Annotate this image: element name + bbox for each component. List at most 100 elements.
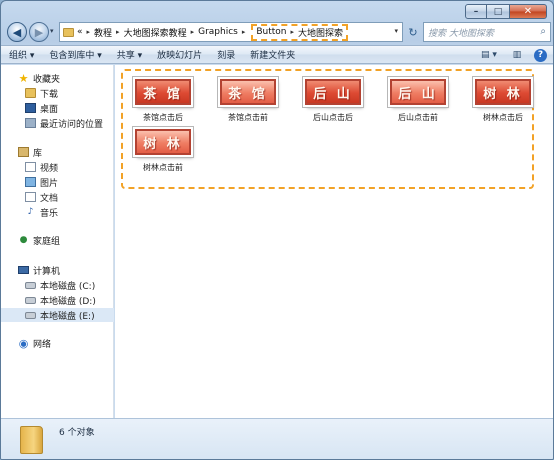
sidebar-item-music[interactable]: ♪ 音乐 xyxy=(1,205,114,219)
button-thumbnail: 树 林 xyxy=(475,79,531,105)
sidebar-item-drive-c[interactable]: 本地磁盘 (C:) xyxy=(1,278,114,292)
drive-icon xyxy=(25,281,36,289)
file-list-area[interactable]: 茶 馆 茶馆点击后 茶 馆 茶馆点击前 后 山 后山点击后 后 山 后山点击前 … xyxy=(115,65,553,418)
file-name: 茶馆点击后 xyxy=(143,113,183,122)
sidebar-item-label: 视频 xyxy=(40,163,59,174)
address-dropdown[interactable]: ▾ xyxy=(394,27,398,35)
file-item[interactable]: 树 林 树林点击后 xyxy=(463,77,543,129)
navigation-bar: ◀ ▶ ▾ « ▸ 教程 ▸ 大地图探索教程 ▸ Graphics ▸ Butt… xyxy=(5,21,551,43)
highlighted-breadcrumb: Button ▸ 大地图探索 xyxy=(251,23,349,41)
sidebar-item-label: 本地磁盘 (E:) xyxy=(40,311,95,322)
maximize-button[interactable]: □ xyxy=(487,4,509,19)
sidebar-item-downloads[interactable]: 下载 xyxy=(1,86,114,100)
sidebar-item-label: 家庭组 xyxy=(33,236,61,247)
recent-pages-dropdown[interactable]: ▾ xyxy=(50,27,54,35)
explorer-window: – □ ✕ ◀ ▶ ▾ « ▸ 教程 ▸ 大地图探索教程 ▸ Graphics … xyxy=(0,0,554,460)
sidebar-item-label: 收藏夹 xyxy=(33,74,61,85)
breadcrumb-item[interactable]: Button xyxy=(256,27,286,37)
homegroup-icon: ● xyxy=(19,235,28,245)
sidebar-item-drive-d[interactable]: 本地磁盘 (D:) xyxy=(1,293,114,307)
back-button[interactable]: ◀ xyxy=(7,22,27,42)
burn-button[interactable]: 刻录 xyxy=(217,48,235,61)
breadcrumb-item[interactable]: 教程 xyxy=(94,26,112,39)
minimize-button[interactable]: – xyxy=(465,4,487,19)
document-icon xyxy=(25,192,36,202)
sidebar-item-label: 网络 xyxy=(33,339,52,350)
sidebar-item-label: 本地磁盘 (C:) xyxy=(40,281,96,292)
forward-button[interactable]: ▶ xyxy=(29,22,49,42)
file-name: 树林点击前 xyxy=(143,163,183,172)
search-icon[interactable]: ⌕ xyxy=(540,26,546,37)
drive-icon xyxy=(25,296,36,304)
breadcrumb-separator[interactable]: ▸ xyxy=(116,28,120,36)
sidebar-item-label: 下载 xyxy=(40,89,59,100)
sidebar-item-label: 计算机 xyxy=(33,266,61,277)
preview-pane-icon[interactable]: ▥ xyxy=(510,48,524,62)
picture-icon xyxy=(25,177,36,187)
breadcrumb-item[interactable]: Graphics xyxy=(198,27,238,37)
sidebar-item-drive-e[interactable]: 本地磁盘 (E:) xyxy=(1,308,114,322)
breadcrumb-item[interactable]: 大地图探索 xyxy=(298,26,343,39)
search-input[interactable]: 搜索 大地图探索 xyxy=(428,26,494,39)
folder-icon xyxy=(20,426,43,454)
sidebar-item-label: 库 xyxy=(33,148,43,159)
breadcrumb-overflow[interactable]: « xyxy=(77,27,83,37)
button-thumbnail: 后 山 xyxy=(305,79,361,105)
star-icon: ★ xyxy=(18,71,29,85)
sidebar-item-homegroup[interactable]: ● 家庭组 xyxy=(1,233,114,247)
organize-button[interactable]: 组织 ▾ xyxy=(9,48,34,61)
file-item[interactable]: 后 山 后山点击后 xyxy=(293,77,373,129)
sidebar-item-label: 图片 xyxy=(40,178,59,189)
view-options-icon[interactable]: ▤ ▾ xyxy=(478,48,500,62)
sidebar-item-label: 桌面 xyxy=(40,104,59,115)
breadcrumb-separator[interactable]: ▸ xyxy=(291,28,295,36)
address-bar[interactable]: « ▸ 教程 ▸ 大地图探索教程 ▸ Graphics ▸ Button ▸ 大… xyxy=(59,22,403,42)
command-bar: 组织 ▾ 包含到库中 ▾ 共享 ▾ 放映幻灯片 刻录 新建文件夹 ▤ ▾ ▥ ? xyxy=(1,45,553,64)
file-name: 树林点击后 xyxy=(483,113,523,122)
caption-buttons: – □ ✕ xyxy=(465,4,547,19)
file-item[interactable]: 后 山 后山点击前 xyxy=(378,77,458,129)
sidebar-item-recent-places[interactable]: 最近访问的位置 xyxy=(1,116,114,130)
sidebar-item-label: 最近访问的位置 xyxy=(40,119,104,130)
sidebar-item-documents[interactable]: 文档 xyxy=(1,190,114,204)
details-pane: 6 个对象 xyxy=(1,418,553,459)
search-box[interactable]: 搜索 大地图探索 ⌕ xyxy=(423,22,551,42)
new-folder-button[interactable]: 新建文件夹 xyxy=(250,48,295,61)
slideshow-button[interactable]: 放映幻灯片 xyxy=(157,48,202,61)
library-icon xyxy=(18,147,29,157)
computer-icon xyxy=(18,266,29,274)
download-folder-icon xyxy=(25,88,36,98)
file-item[interactable]: 茶 馆 茶馆点击前 xyxy=(208,77,288,129)
sidebar-item-network[interactable]: ◉ 网络 xyxy=(1,336,114,350)
sidebar-item-pictures[interactable]: 图片 xyxy=(1,175,114,189)
sidebar-item-videos[interactable]: 视频 xyxy=(1,160,114,174)
sidebar-item-label: 文档 xyxy=(40,193,59,204)
refresh-icon[interactable]: ↻ xyxy=(405,23,421,41)
help-icon[interactable]: ? xyxy=(534,48,547,62)
highlighted-file-group: 茶 馆 茶馆点击后 茶 馆 茶馆点击前 后 山 后山点击后 后 山 后山点击前 … xyxy=(121,69,534,189)
sidebar-item-favorites[interactable]: ★ 收藏夹 xyxy=(1,71,114,85)
toolbar-right: ▤ ▾ ▥ ? xyxy=(468,48,547,62)
breadcrumb-separator[interactable]: ▸ xyxy=(191,28,195,36)
recent-places-icon xyxy=(25,118,36,128)
breadcrumb-item[interactable]: 大地图探索教程 xyxy=(124,26,187,39)
file-item[interactable]: 茶 馆 茶馆点击后 xyxy=(123,77,203,129)
sidebar-item-desktop[interactable]: 桌面 xyxy=(1,101,114,115)
drive-icon xyxy=(25,311,36,319)
network-icon: ◉ xyxy=(18,336,29,350)
video-icon xyxy=(25,162,36,172)
sidebar-item-computer[interactable]: 计算机 xyxy=(1,263,114,277)
breadcrumb-separator[interactable]: ▸ xyxy=(87,28,91,36)
button-thumbnail: 茶 馆 xyxy=(135,79,191,105)
breadcrumb-separator[interactable]: ▸ xyxy=(242,28,246,36)
item-count: 6 个对象 xyxy=(59,428,95,438)
sidebar-item-libraries[interactable]: 库 xyxy=(1,145,114,159)
desktop-icon xyxy=(25,103,36,113)
button-thumbnail: 树 林 xyxy=(135,129,191,155)
sidebar-item-label: 本地磁盘 (D:) xyxy=(40,296,96,307)
close-button[interactable]: ✕ xyxy=(509,4,547,19)
file-item[interactable]: 树 林 树林点击前 xyxy=(123,127,203,179)
music-icon: ♪ xyxy=(27,207,34,217)
share-button[interactable]: 共享 ▾ xyxy=(117,48,142,61)
include-in-library-button[interactable]: 包含到库中 ▾ xyxy=(49,48,101,61)
